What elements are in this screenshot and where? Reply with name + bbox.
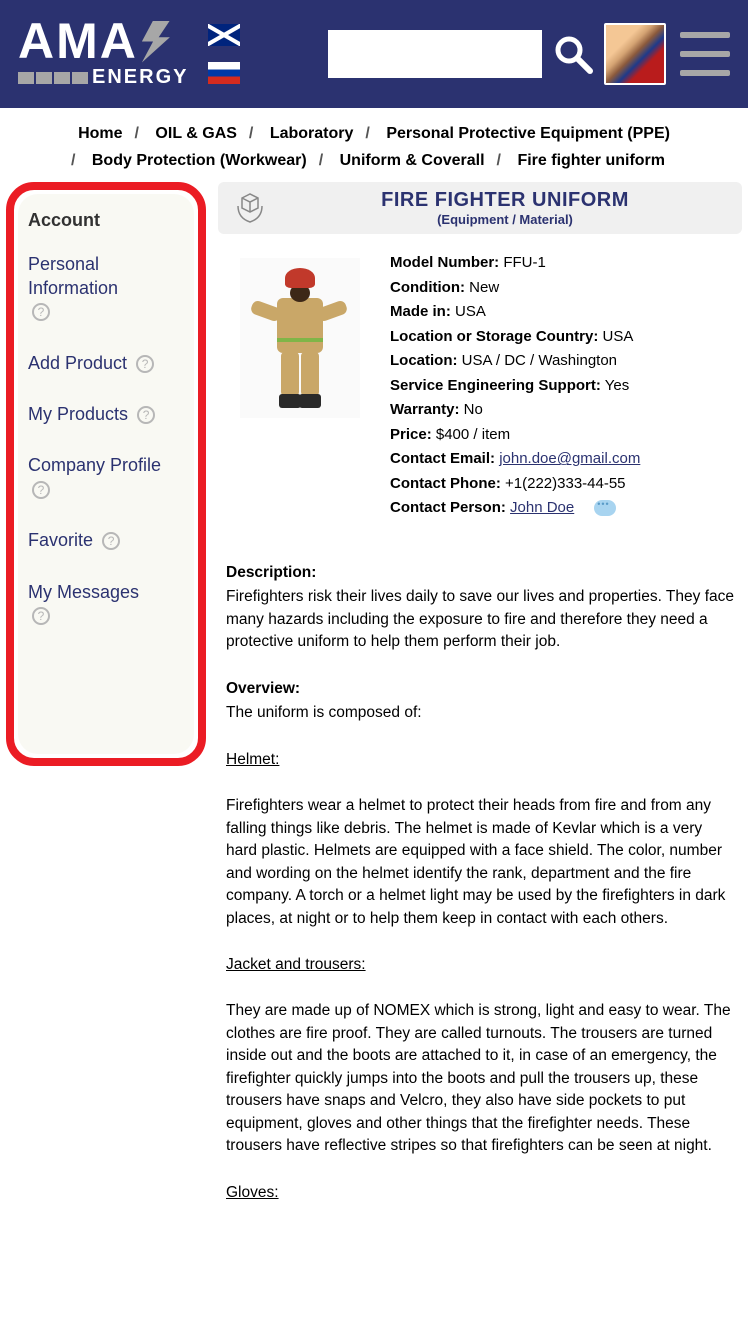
breadcrumb-link[interactable]: Fire fighter uniform: [505, 152, 677, 169]
description-section: Description: Firefighters risk their liv…: [218, 562, 742, 1204]
desc-subheading: Jacket and trousers:: [226, 954, 734, 976]
help-icon[interactable]: ?: [102, 532, 120, 550]
contact-person-link[interactable]: John Doe: [510, 499, 574, 516]
sidebar-item-label: My Products: [28, 404, 128, 424]
spec-value: USA / DC / Washington: [462, 352, 617, 369]
spec-value: USA: [603, 328, 634, 345]
spec-label: Model Number:: [390, 254, 499, 271]
sidebar-item-my-products[interactable]: My Products ?: [28, 403, 184, 426]
header: AMA ENERGY: [0, 0, 748, 108]
spec-label: Made in:: [390, 303, 451, 320]
help-icon[interactable]: ?: [32, 607, 50, 625]
help-icon[interactable]: ?: [32, 481, 50, 499]
search-input[interactable]: [328, 30, 542, 78]
bolt-icon: [142, 21, 170, 63]
chat-icon[interactable]: [594, 500, 616, 516]
page-subtitle: (Equipment / Material): [280, 212, 730, 227]
sidebar-item-personal-info[interactable]: Personal Information?: [28, 253, 184, 323]
sidebar-item-label: Personal Information: [28, 254, 118, 297]
help-icon[interactable]: ?: [136, 355, 154, 373]
desc-text: Firefighters wear a helmet to protect th…: [226, 795, 734, 930]
desc-heading: Description:: [226, 562, 734, 584]
sidebar-item-company-profile[interactable]: Company Profile?: [28, 454, 184, 501]
breadcrumb-link[interactable]: Laboratory: [258, 125, 366, 142]
avatar[interactable]: [604, 23, 666, 85]
spec-label: Warranty:: [390, 401, 459, 418]
spec-value: $400 / item: [436, 426, 510, 443]
page-title: FIRE FIGHTER UNIFORM: [280, 189, 730, 212]
package-icon: [230, 188, 270, 228]
specs: Model Number: FFU-1 Condition: New Made …: [390, 252, 640, 522]
sidebar-item-label: My Messages: [28, 582, 139, 602]
breadcrumb-link[interactable]: Personal Protective Equipment (PPE): [374, 125, 682, 142]
sidebar-highlight: Account Personal Information? Add Produc…: [6, 182, 206, 766]
sidebar-item-label: Add Product: [28, 353, 127, 373]
help-icon[interactable]: ?: [137, 406, 155, 424]
spec-label: Service Engineering Support:: [390, 377, 601, 394]
logo-bars: [18, 72, 88, 84]
hamburger-menu[interactable]: [680, 32, 730, 76]
logo-sub: ENERGY: [92, 66, 188, 89]
logo[interactable]: AMA ENERGY: [18, 19, 188, 89]
desc-text: They are made up of NOMEX which is stron…: [226, 1000, 734, 1157]
breadcrumb-link[interactable]: Home: [66, 125, 134, 142]
search-button[interactable]: [550, 31, 596, 77]
sidebar: Account Personal Information? Add Produc…: [18, 194, 194, 754]
contact-email-link[interactable]: john.doe@gmail.com: [499, 450, 640, 467]
firefighter-figure: [255, 268, 345, 408]
sidebar-title: Account: [28, 210, 184, 231]
sidebar-item-my-messages[interactable]: My Messages?: [28, 581, 184, 628]
sidebar-item-label: Favorite: [28, 530, 93, 550]
desc-text: Firefighters risk their lives daily to s…: [226, 586, 734, 653]
desc-heading: Overview:: [226, 678, 734, 700]
flag-ru[interactable]: [208, 62, 240, 84]
desc-text: The uniform is composed of:: [226, 702, 734, 724]
spec-value: Yes: [605, 377, 629, 394]
logo-brand: AMA: [18, 19, 138, 64]
spec-label: Contact Email:: [390, 450, 495, 467]
spec-label: Condition:: [390, 279, 465, 296]
breadcrumb-link[interactable]: OIL & GAS: [143, 125, 249, 142]
spec-value: FFU-1: [503, 254, 546, 271]
spec-label: Location:: [390, 352, 458, 369]
spec-label: Location or Storage Country:: [390, 328, 598, 345]
desc-subheading: Gloves:: [226, 1182, 734, 1204]
spec-value: New: [469, 279, 499, 296]
search-icon: [552, 33, 594, 75]
language-flags: [208, 24, 240, 84]
spec-value: No: [464, 401, 483, 418]
desc-subheading: Helmet:: [226, 749, 734, 771]
breadcrumb-link[interactable]: Uniform & Coverall: [328, 152, 497, 169]
sidebar-item-add-product[interactable]: Add Product ?: [28, 352, 184, 375]
sidebar-item-label: Company Profile: [28, 455, 161, 475]
breadcrumb: Home/ OIL & GAS/ Laboratory/ Personal Pr…: [0, 108, 748, 182]
spec-value: +1(222)333-44-55: [505, 475, 626, 492]
content: FIRE FIGHTER UNIFORM (Equipment / Materi…: [218, 182, 742, 1228]
flag-uk[interactable]: [208, 24, 240, 46]
product-image[interactable]: [240, 258, 360, 418]
spec-value: USA: [455, 303, 486, 320]
breadcrumb-link[interactable]: Body Protection (Workwear): [80, 152, 319, 169]
spec-label: Contact Phone:: [390, 475, 501, 492]
spec-label: Price:: [390, 426, 432, 443]
title-bar: FIRE FIGHTER UNIFORM (Equipment / Materi…: [218, 182, 742, 234]
help-icon[interactable]: ?: [32, 303, 50, 321]
sidebar-item-favorite[interactable]: Favorite ?: [28, 529, 184, 552]
spec-label: Contact Person:: [390, 499, 506, 516]
